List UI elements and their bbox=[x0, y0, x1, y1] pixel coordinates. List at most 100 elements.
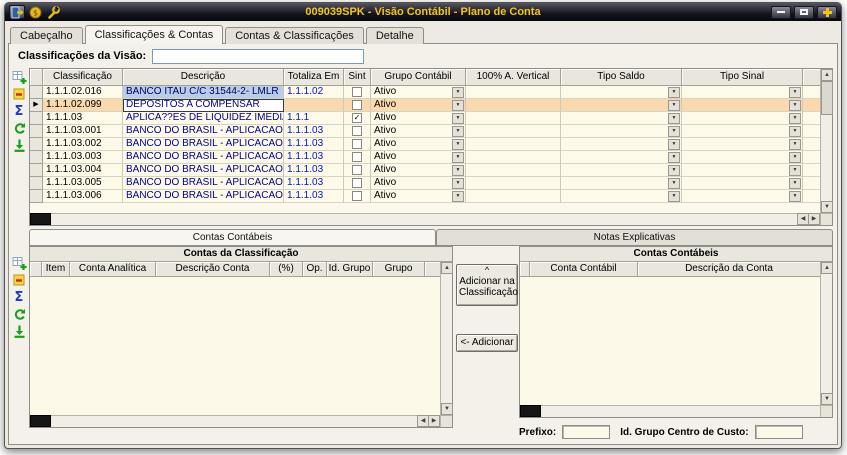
grupo-contabil-combobox[interactable]: Ativo▼ bbox=[371, 125, 466, 138]
dropdown-arrow-icon[interactable]: ▼ bbox=[668, 100, 680, 111]
tipo-saldo-combobox[interactable]: ▼ bbox=[561, 164, 682, 177]
descricao-cell[interactable]: BANCO DO BRASIL - APLICACAO AUTO N bbox=[123, 138, 284, 151]
hscroll-thumb[interactable] bbox=[30, 415, 51, 427]
sint-cell[interactable] bbox=[344, 86, 371, 99]
sint-cell[interactable] bbox=[344, 190, 371, 203]
hscroll-thumb[interactable] bbox=[30, 213, 51, 225]
sint-cell[interactable] bbox=[344, 138, 371, 151]
insert-record-icon[interactable] bbox=[11, 70, 27, 85]
column-header[interactable]: Id. Grupo bbox=[327, 262, 373, 277]
grid-row[interactable]: 1.1.1.03.006BANCO DO BRASIL - APLICACAO … bbox=[30, 190, 820, 203]
tipo-sinal-combobox[interactable]: ▼ bbox=[682, 112, 803, 125]
tipo-saldo-combobox[interactable]: ▼ bbox=[561, 151, 682, 164]
dropdown-arrow-icon[interactable]: ▼ bbox=[789, 178, 801, 189]
column-header[interactable]: Op. bbox=[303, 262, 327, 277]
sint-checkbox[interactable] bbox=[352, 126, 362, 136]
prefixo-input[interactable] bbox=[562, 425, 610, 439]
sint-checkbox[interactable] bbox=[352, 139, 362, 149]
column-header[interactable]: Totaliza Em bbox=[284, 69, 344, 86]
tipo-sinal-combobox[interactable]: ▼ bbox=[682, 177, 803, 190]
grupo-contabil-combobox[interactable]: Ativo▼ bbox=[371, 151, 466, 164]
classificacao-cell[interactable]: 1.1.1.03.004 bbox=[43, 164, 123, 177]
grupo-contabil-combobox[interactable]: Ativo▼ bbox=[371, 86, 466, 99]
dropdown-arrow-icon[interactable]: ▼ bbox=[452, 126, 464, 137]
column-header[interactable]: Sint bbox=[344, 69, 371, 86]
sint-checkbox[interactable] bbox=[352, 152, 362, 162]
column-header[interactable]: (%) bbox=[270, 262, 303, 277]
grupo-contabil-combobox[interactable]: Ativo▼ bbox=[371, 99, 466, 112]
grid-row[interactable]: 1.1.1.03.001BANCO DO BRASIL - APLICACAO … bbox=[30, 125, 820, 138]
dropdown-arrow-icon[interactable]: ▼ bbox=[668, 87, 680, 98]
a-vertical-cell[interactable] bbox=[466, 151, 561, 164]
a-vertical-cell[interactable] bbox=[466, 177, 561, 190]
totaliza-em-cell[interactable]: 1.1.1.03 bbox=[284, 138, 344, 151]
totaliza-em-cell[interactable]: 1.1.1 bbox=[284, 112, 344, 125]
dropdown-arrow-icon[interactable]: ▼ bbox=[789, 126, 801, 137]
a-vertical-cell[interactable] bbox=[466, 190, 561, 203]
tipo-sinal-combobox[interactable]: ▼ bbox=[682, 164, 803, 177]
tipo-saldo-combobox[interactable]: ▼ bbox=[561, 177, 682, 190]
tipo-saldo-combobox[interactable]: ▼ bbox=[561, 138, 682, 151]
titlebar[interactable]: $ 009039SPK - Visão Contábil - Plano de … bbox=[5, 3, 841, 21]
dropdown-arrow-icon[interactable]: ▼ bbox=[668, 152, 680, 163]
grid-row[interactable]: 1.1.1.03.002BANCO DO BRASIL - APLICACAO … bbox=[30, 138, 820, 151]
dropdown-arrow-icon[interactable]: ▼ bbox=[789, 87, 801, 98]
tipo-saldo-combobox[interactable]: ▼ bbox=[561, 125, 682, 138]
tab-notas-explicativas[interactable]: Notas Explicativas bbox=[436, 229, 833, 246]
sint-checkbox[interactable]: ✓ bbox=[352, 113, 362, 123]
exit-icon[interactable] bbox=[9, 5, 25, 19]
dropdown-arrow-icon[interactable]: ▼ bbox=[668, 113, 680, 124]
left-panel-hscrollbar[interactable]: ◀ ▶ bbox=[30, 415, 440, 427]
id-grupo-centro-de-custo-input[interactable] bbox=[755, 425, 803, 439]
scroll-down-icon[interactable]: ▼ bbox=[821, 393, 833, 405]
a-vertical-cell[interactable] bbox=[466, 99, 561, 112]
sint-checkbox[interactable] bbox=[352, 100, 362, 110]
sint-checkbox[interactable] bbox=[352, 178, 362, 188]
column-header[interactable]: Classificação bbox=[43, 69, 123, 86]
a-vertical-cell[interactable] bbox=[466, 86, 561, 99]
totaliza-em-cell[interactable]: 1.1.1.03 bbox=[284, 164, 344, 177]
grid-row[interactable]: 1.1.1.03.005BANCO DO BRASIL - APLICACAO … bbox=[30, 177, 820, 190]
insert-record-icon[interactable] bbox=[11, 256, 27, 271]
sint-checkbox[interactable] bbox=[352, 87, 362, 97]
maximize-button[interactable] bbox=[794, 6, 814, 19]
right-panel-hscrollbar[interactable] bbox=[520, 405, 820, 417]
grupo-contabil-combobox[interactable]: Ativo▼ bbox=[371, 164, 466, 177]
dropdown-arrow-icon[interactable]: ▼ bbox=[789, 165, 801, 176]
totaliza-em-cell[interactable]: 1.1.1.02 bbox=[284, 86, 344, 99]
dropdown-arrow-icon[interactable]: ▼ bbox=[452, 191, 464, 202]
export-icon[interactable] bbox=[11, 324, 27, 339]
dropdown-arrow-icon[interactable]: ▼ bbox=[668, 139, 680, 150]
sint-checkbox[interactable] bbox=[352, 191, 362, 201]
dropdown-arrow-icon[interactable]: ▼ bbox=[452, 178, 464, 189]
descricao-cell[interactable]: BANCO DO BRASIL - APLICACAO CDB bbox=[123, 190, 284, 203]
classificacao-cell[interactable]: 1.1.1.03.001 bbox=[43, 125, 123, 138]
dropdown-arrow-icon[interactable]: ▼ bbox=[668, 178, 680, 189]
descricao-cell[interactable]: BANCO DO BRASIL - APLICACAO AUTO N bbox=[123, 151, 284, 164]
scroll-down-icon[interactable]: ▼ bbox=[821, 201, 833, 213]
classificacao-cell[interactable]: 1.1.1.02.099 bbox=[43, 99, 123, 112]
tipo-saldo-combobox[interactable]: ▼ bbox=[561, 99, 682, 112]
scroll-right-icon[interactable]: ▶ bbox=[428, 415, 440, 427]
right-panel-body[interactable] bbox=[520, 277, 820, 405]
descricao-cell[interactable]: BANCO DO BRASIL - APLICACAO AUTO N bbox=[123, 125, 284, 138]
descricao-cell[interactable]: BANCO DO BRASIL - APLICACAO AUTO N bbox=[123, 164, 284, 177]
classificacao-cell[interactable]: 1.1.1.03.005 bbox=[43, 177, 123, 190]
totaliza-em-cell[interactable] bbox=[284, 99, 344, 112]
sint-cell[interactable] bbox=[344, 99, 371, 112]
sum-icon[interactable]: Σ bbox=[11, 104, 27, 119]
dropdown-arrow-icon[interactable]: ▼ bbox=[452, 139, 464, 150]
sint-cell[interactable]: ✓ bbox=[344, 112, 371, 125]
a-vertical-cell[interactable] bbox=[466, 112, 561, 125]
totaliza-em-cell[interactable]: 1.1.1.03 bbox=[284, 125, 344, 138]
dropdown-arrow-icon[interactable]: ▼ bbox=[668, 126, 680, 137]
left-panel-vscrollbar[interactable]: ▲ ▼ bbox=[440, 262, 452, 415]
coins-icon[interactable]: $ bbox=[27, 5, 43, 19]
sint-checkbox[interactable] bbox=[352, 165, 362, 175]
grid-row[interactable]: 1.1.1.03.003BANCO DO BRASIL - APLICACAO … bbox=[30, 151, 820, 164]
tipo-sinal-combobox[interactable]: ▼ bbox=[682, 99, 803, 112]
grid-row[interactable]: ▶1.1.1.02.099DEPOSITOS A COMPENSARAtivo▼… bbox=[30, 99, 820, 112]
dropdown-arrow-icon[interactable]: ▼ bbox=[452, 100, 464, 111]
vscroll-thumb[interactable] bbox=[821, 81, 833, 115]
descricao-cell[interactable]: BANCO DO BRASIL - APLICACAO AUTO N bbox=[123, 177, 284, 190]
